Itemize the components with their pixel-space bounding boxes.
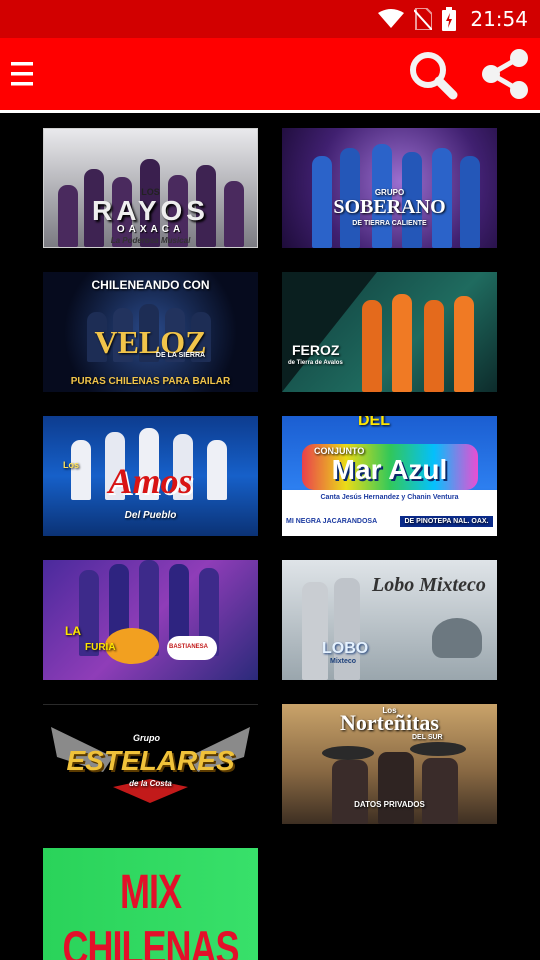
tile-1-line-2: RAYOS <box>91 195 209 226</box>
album-grid: LOS RAYOS OAXACA La Poderosa Musical GRU… <box>0 113 540 960</box>
search-icon <box>410 52 458 100</box>
album-tile-estelares[interactable]: Grupo ESTELARES de la Costa <box>43 704 258 824</box>
app-toolbar <box>0 38 540 110</box>
tile-4-line-1: FEROZ <box>292 342 340 358</box>
wifi-icon <box>378 9 405 28</box>
album-tile-feroz[interactable]: FEROZ de Tierra de Avalos <box>282 272 497 392</box>
album-tile-lobo-mixteco[interactable]: Lobo Mixteco LOBO Mixteco <box>282 560 497 680</box>
album-tile-soberano[interactable]: GRUPO SOBERANO DE TIERRA CALIENTE <box>282 128 497 248</box>
tile-6-line-4: Canta Jesús Hernandez y Chanin Ventura <box>320 494 459 501</box>
tile-7-line-3: BASTIANESA <box>169 644 209 650</box>
tile-6-line-5: MI NEGRA JACARANDOSA <box>286 518 378 525</box>
tile-7-line-2: FURIA <box>85 642 116 653</box>
tile-10-line-2: Norteñitas <box>340 710 439 735</box>
share-button[interactable] <box>474 38 536 110</box>
tile-1-line-3: OAXACA <box>116 224 185 235</box>
tile-9-line-2: ESTELARES <box>66 745 235 776</box>
tile-2-line-2: SOBERANO <box>333 196 446 218</box>
tile-3-line-3: DE LA SIERRA <box>155 352 206 359</box>
album-tile-mix-chilenas[interactable]: MIX CHILENAS <box>43 848 258 960</box>
tile-6-line-1: DEL <box>358 416 390 429</box>
tile-2-line-3: DE TIERRA CALIENTE <box>352 220 427 227</box>
album-tile-rayos[interactable]: LOS RAYOS OAXACA La Poderosa Musical <box>43 128 258 248</box>
album-tile-nortenitas[interactable]: Los Norteñitas DEL SUR DATOS PRIVADOS <box>282 704 497 824</box>
album-tile-mar-azul[interactable]: DEL CONJUNTO Mar Azul Canta Jesús Hernan… <box>282 416 497 536</box>
album-tile-amos[interactable]: Los Amos Del Pueblo <box>43 416 258 536</box>
menu-icon <box>11 62 33 86</box>
status-time: 21:54 <box>470 7 528 31</box>
album-tile-la-furia[interactable]: LA FURIA BASTIANESA <box>43 560 258 680</box>
tile-6-line-6: DE PINOTEPA NAL. OAX. <box>400 516 493 527</box>
tile-5-line-3: Del Pueblo <box>124 510 177 521</box>
tile-5-line-2: Amos <box>108 461 193 501</box>
tile-10-line-4: DATOS PRIVADOS <box>354 800 425 809</box>
search-button[interactable] <box>400 38 464 110</box>
tile-7-line-1: LA <box>65 624 81 638</box>
tile-6-line-3: Mar Azul <box>331 454 448 485</box>
tile-8-line-3: Mixteco <box>330 658 357 665</box>
tile-4-line-2: de Tierra de Avalos <box>288 360 343 366</box>
tile-9-line-1: Grupo <box>133 733 160 743</box>
tile-3-line-4: PURAS CHILENAS PARA BAILAR <box>70 376 231 387</box>
tile-8-line-2: LOBO <box>322 640 369 657</box>
status-bar: 21:54 <box>0 0 540 38</box>
tile-8-line-1: Lobo Mixteco <box>372 574 486 596</box>
tile-1-line-4: La Poderosa Musical <box>110 236 191 245</box>
share-icon <box>482 49 528 99</box>
no-sim-icon <box>414 8 433 30</box>
tile-3-line-1: CHILENEANDO CON <box>91 278 210 292</box>
album-tile-veloz[interactable]: CHILENEANDO CON VELOZ DE LA SIERRA PURAS… <box>43 272 258 392</box>
tile-11-title: MIX CHILENAS <box>62 863 239 960</box>
battery-charging-icon <box>442 7 457 31</box>
tile-10-line-3: DEL SUR <box>412 734 443 741</box>
tile-9-line-3: de la Costa <box>129 779 172 788</box>
menu-button[interactable] <box>0 38 44 110</box>
